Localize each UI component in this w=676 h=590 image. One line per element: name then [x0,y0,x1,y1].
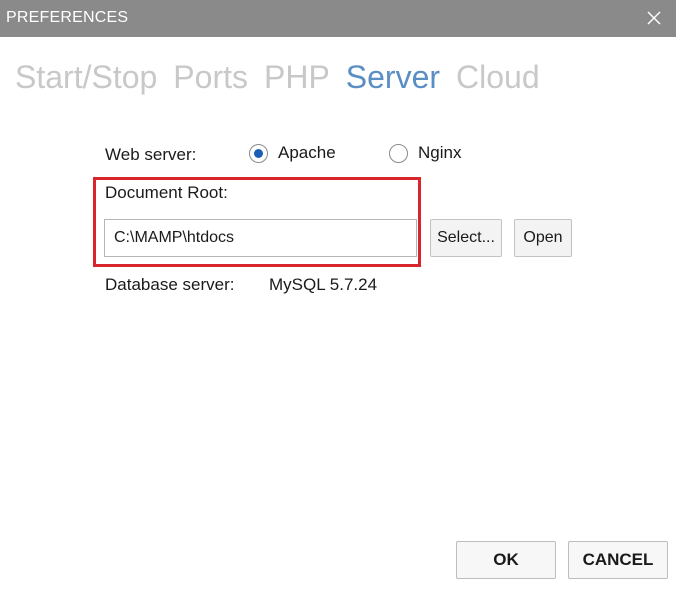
tab-php[interactable]: PHP [264,57,330,97]
apache-radio-label: Apache [278,143,336,162]
document-root-input[interactable] [104,219,417,257]
tab-start-stop[interactable]: Start/Stop [15,57,157,97]
preferences-tabs: Start/Stop Ports PHP Server Cloud [15,57,556,97]
apache-radio[interactable]: Apache [249,143,336,163]
open-button[interactable]: Open [514,219,572,257]
database-server-label: Database server: [105,275,235,294]
database-server-value: MySQL 5.7.24 [269,275,378,294]
close-icon[interactable] [646,10,662,26]
radio-unchecked-icon [389,143,408,163]
nginx-radio-label: Nginx [418,143,462,162]
web-server-label: Web server: [105,145,197,164]
tab-server[interactable]: Server [346,57,440,97]
nginx-radio[interactable]: Nginx [389,143,461,163]
select-button[interactable]: Select... [430,219,502,257]
document-root-label: Document Root: [105,183,228,202]
cancel-button[interactable]: CANCEL [568,541,668,579]
ok-button[interactable]: OK [456,541,556,579]
title-bar: PREFERENCES [0,0,676,37]
tab-cloud[interactable]: Cloud [456,57,540,97]
radio-checked-icon [249,143,268,163]
tab-ports[interactable]: Ports [173,57,248,97]
window-title: PREFERENCES [6,9,129,26]
